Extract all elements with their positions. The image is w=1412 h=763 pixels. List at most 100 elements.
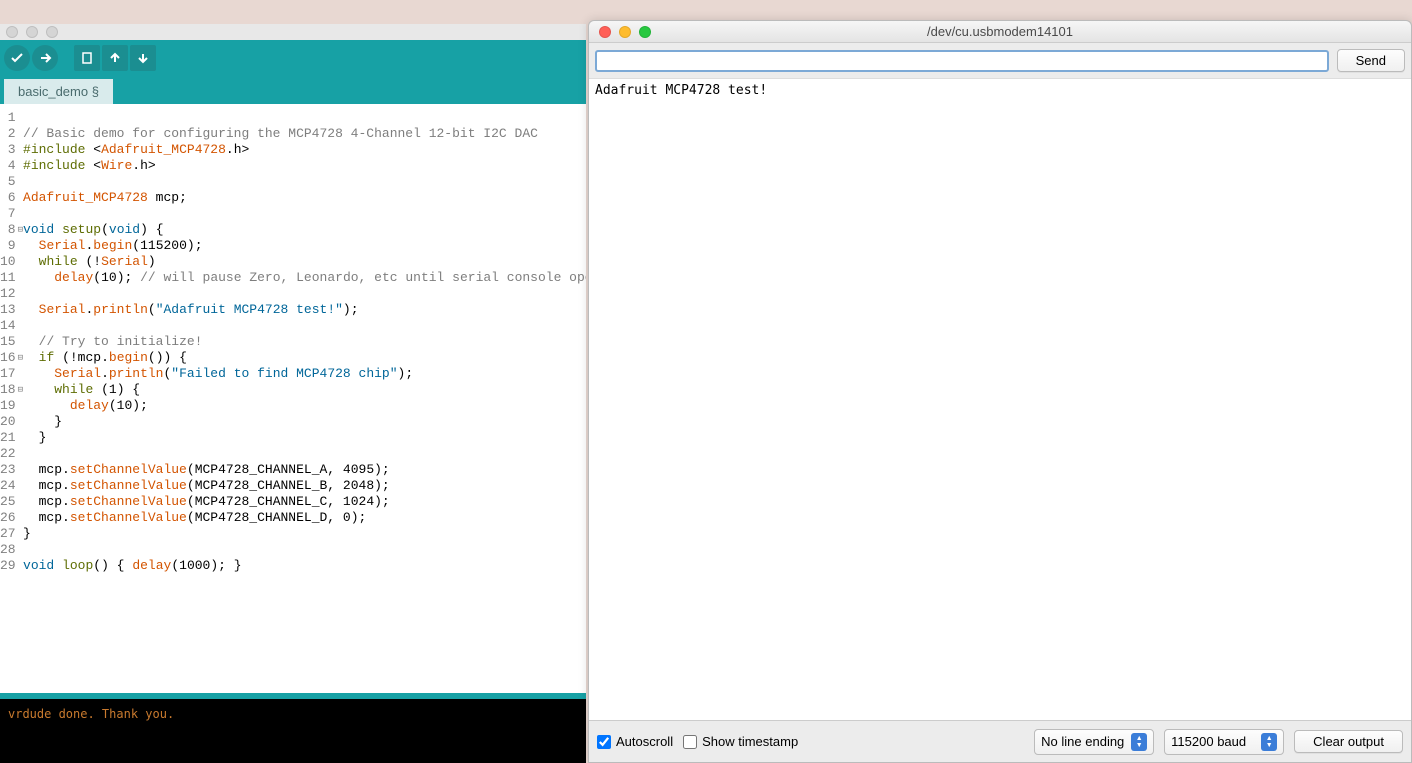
timestamp-checkbox-wrap[interactable]: Show timestamp: [683, 734, 798, 749]
line-number: 9: [0, 238, 16, 254]
close-icon[interactable]: [599, 26, 611, 38]
code-line[interactable]: Adafruit_MCP4728 mcp;: [23, 190, 586, 206]
line-number: 16: [0, 350, 16, 366]
code-line[interactable]: delay(10);: [23, 398, 586, 414]
code-line[interactable]: #include <Wire.h>: [23, 158, 586, 174]
line-ending-select[interactable]: No line ending ▲▼: [1034, 729, 1154, 755]
code-line[interactable]: mcp.setChannelValue(MCP4728_CHANNEL_D, 0…: [23, 510, 586, 526]
line-number: 11: [0, 270, 16, 286]
output-text: vrdude done. Thank you.: [8, 707, 174, 721]
timestamp-checkbox[interactable]: [683, 735, 697, 749]
code-line[interactable]: mcp.setChannelValue(MCP4728_CHANNEL_B, 2…: [23, 478, 586, 494]
maximize-icon[interactable]: [46, 26, 58, 38]
close-icon[interactable]: [6, 26, 18, 38]
code-line[interactable]: // Basic demo for configuring the MCP472…: [23, 126, 586, 142]
code-line[interactable]: Serial.println("Adafruit MCP4728 test!")…: [23, 302, 586, 318]
send-button[interactable]: Send: [1337, 49, 1405, 72]
code-line[interactable]: [23, 446, 586, 462]
line-number: 14: [0, 318, 16, 334]
line-number: 4: [0, 158, 16, 174]
serial-titlebar: /dev/cu.usbmodem14101: [589, 21, 1411, 43]
code-line[interactable]: [23, 318, 586, 334]
code-line[interactable]: }: [23, 526, 586, 542]
save-button[interactable]: [130, 45, 156, 71]
line-number: 24: [0, 478, 16, 494]
line-number: 1: [0, 110, 16, 126]
upload-button[interactable]: [32, 45, 58, 71]
serial-footer: Autoscroll Show timestamp No line ending…: [589, 720, 1411, 762]
tab-basic-demo[interactable]: basic_demo §: [4, 79, 113, 104]
code-line[interactable]: #include <Adafruit_MCP4728.h>: [23, 142, 586, 158]
line-number: 5: [0, 174, 16, 190]
file-icon: [80, 51, 94, 65]
line-number: 28: [0, 542, 16, 558]
code-line[interactable]: while (!Serial): [23, 254, 586, 270]
code-line[interactable]: delay(10); // will pause Zero, Leonardo,…: [23, 270, 586, 286]
code-line[interactable]: [23, 206, 586, 222]
autoscroll-checkbox-wrap[interactable]: Autoscroll: [597, 734, 673, 749]
line-number: 7: [0, 206, 16, 222]
line-number: 10: [0, 254, 16, 270]
code-line[interactable]: [23, 542, 586, 558]
line-number: 19: [0, 398, 16, 414]
code-line[interactable]: [23, 110, 586, 126]
code-line[interactable]: }: [23, 430, 586, 446]
open-button[interactable]: [102, 45, 128, 71]
line-number: 27: [0, 526, 16, 542]
check-icon: [10, 51, 24, 65]
autoscroll-checkbox[interactable]: [597, 735, 611, 749]
code-line[interactable]: while (1) {: [23, 382, 586, 398]
line-number: 29: [0, 558, 16, 574]
code-line[interactable]: mcp.setChannelValue(MCP4728_CHANNEL_A, 4…: [23, 462, 586, 478]
code-line[interactable]: mcp.setChannelValue(MCP4728_CHANNEL_C, 1…: [23, 494, 586, 510]
new-button[interactable]: [74, 45, 100, 71]
line-number: 2: [0, 126, 16, 142]
code-line[interactable]: void setup(void) {: [23, 222, 586, 238]
line-number: 18: [0, 382, 16, 398]
serial-output[interactable]: Adafruit MCP4728 test!: [589, 78, 1411, 720]
code-line[interactable]: }: [23, 414, 586, 430]
line-number: 22: [0, 446, 16, 462]
arrow-up-icon: [108, 51, 122, 65]
line-number: 13: [0, 302, 16, 318]
line-number: 17: [0, 366, 16, 382]
line-number: 21: [0, 430, 16, 446]
line-number: 8: [0, 222, 16, 238]
line-number: 25: [0, 494, 16, 510]
line-number-gutter: 1234567891011121314151617181920212223242…: [0, 104, 18, 693]
code-line[interactable]: [23, 174, 586, 190]
line-number: 12: [0, 286, 16, 302]
serial-input-row: Send: [589, 43, 1411, 78]
output-panel: vrdude done. Thank you.: [0, 693, 586, 763]
tab-strip: basic_demo §: [0, 76, 586, 104]
code-line[interactable]: // Try to initialize!: [23, 334, 586, 350]
chevron-updown-icon: ▲▼: [1261, 733, 1277, 751]
line-number: 6: [0, 190, 16, 206]
code-line[interactable]: [23, 286, 586, 302]
line-number: 15: [0, 334, 16, 350]
serial-output-line: Adafruit MCP4728 test!: [595, 83, 767, 98]
line-number: 23: [0, 462, 16, 478]
verify-button[interactable]: [4, 45, 30, 71]
code-editor[interactable]: 1234567891011121314151617181920212223242…: [0, 104, 586, 693]
code-line[interactable]: Serial.println("Failed to find MCP4728 c…: [23, 366, 586, 382]
chevron-updown-icon: ▲▼: [1131, 733, 1147, 751]
maximize-icon[interactable]: [639, 26, 651, 38]
baud-select[interactable]: 115200 baud ▲▼: [1164, 729, 1284, 755]
minimize-icon[interactable]: [26, 26, 38, 38]
line-ending-value: No line ending: [1041, 734, 1124, 749]
serial-monitor-window: /dev/cu.usbmodem14101 Send Adafruit MCP4…: [588, 20, 1412, 763]
serial-window-title: /dev/cu.usbmodem14101: [589, 24, 1411, 39]
arduino-titlebar: [0, 24, 586, 40]
code-line[interactable]: void loop() { delay(1000); }: [23, 558, 586, 574]
code-line[interactable]: if (!mcp.begin()) {: [23, 350, 586, 366]
line-number: 26: [0, 510, 16, 526]
code-line[interactable]: Serial.begin(115200);: [23, 238, 586, 254]
line-number: 20: [0, 414, 16, 430]
line-number: 3: [0, 142, 16, 158]
code-content[interactable]: // Basic demo for configuring the MCP472…: [23, 104, 586, 693]
clear-output-button[interactable]: Clear output: [1294, 730, 1403, 753]
arduino-ide-window: basic_demo § 123456789101112131415161718…: [0, 24, 586, 763]
serial-input[interactable]: [595, 50, 1329, 72]
minimize-icon[interactable]: [619, 26, 631, 38]
